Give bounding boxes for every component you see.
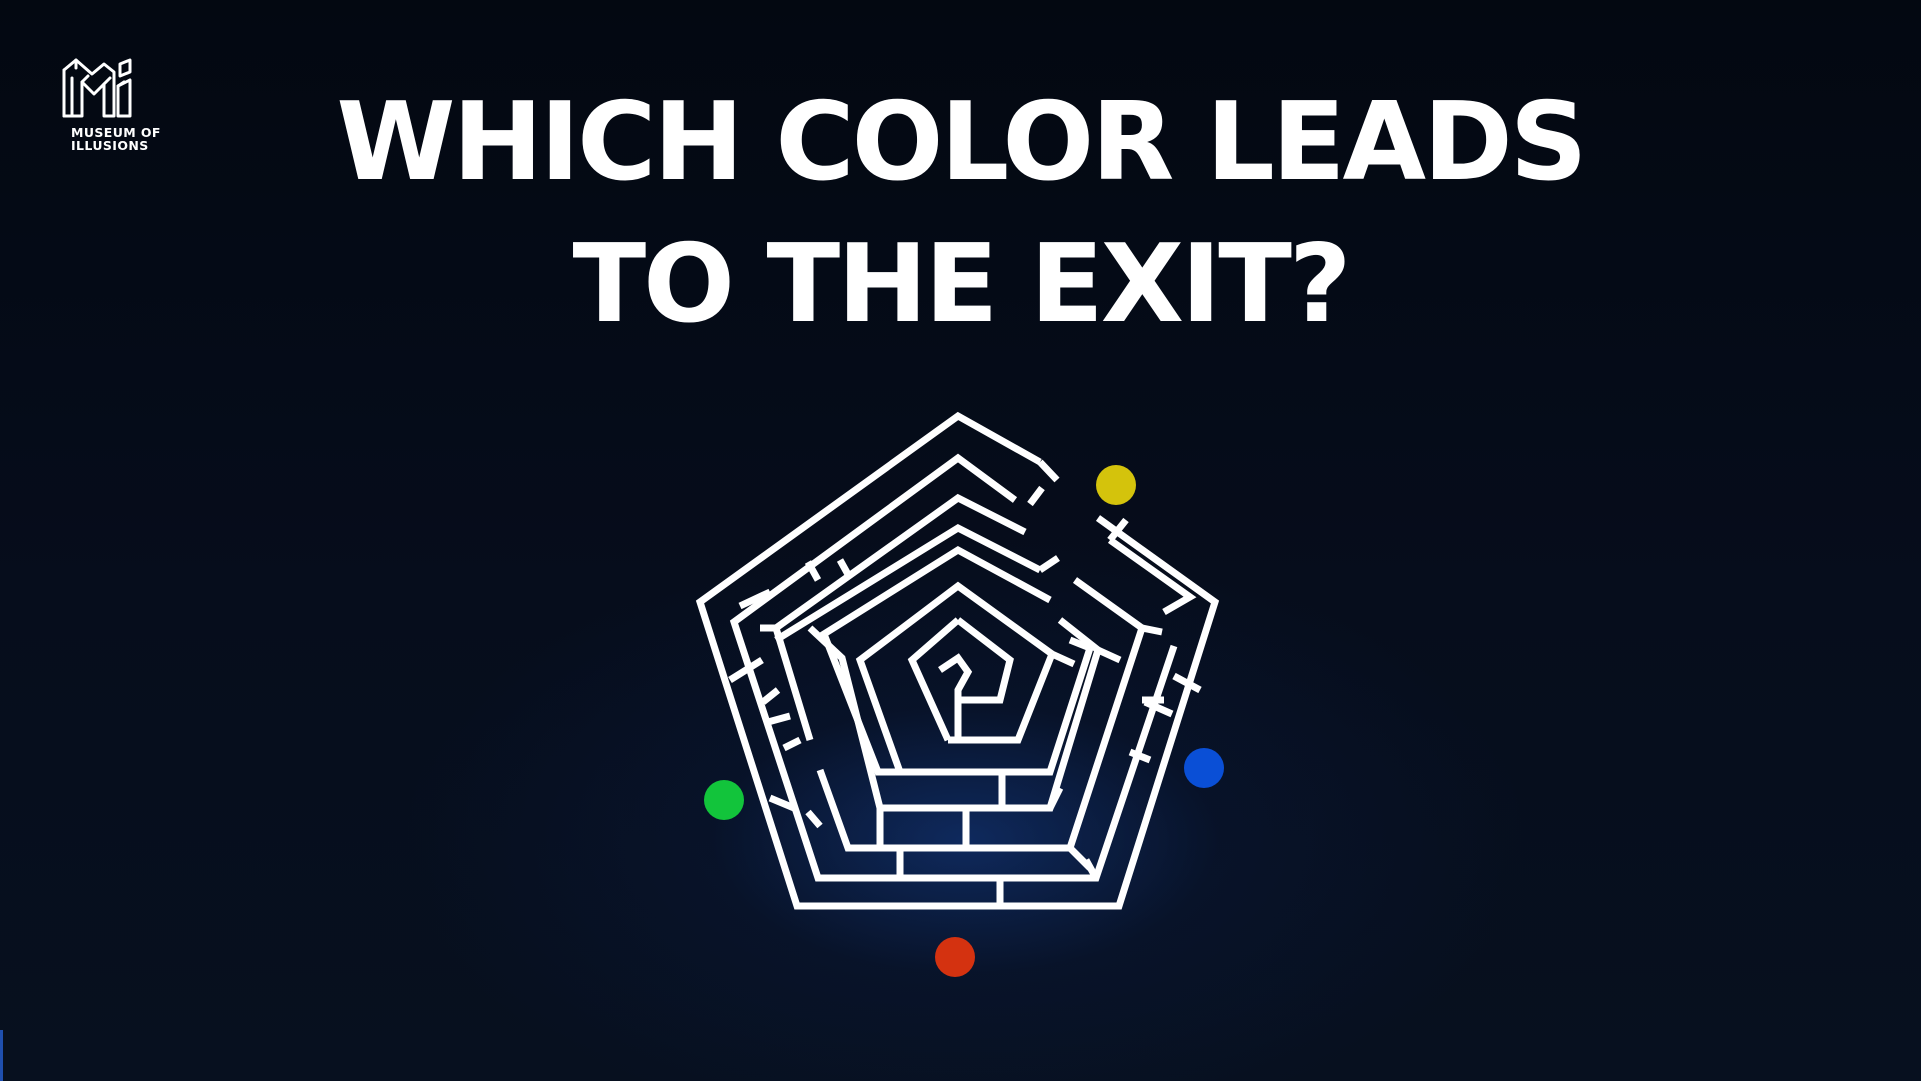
maze-wall-core [907,617,1014,742]
maze-walls [695,411,1220,910]
blue-start-dot[interactable] [1184,748,1224,788]
green-start-dot[interactable] [704,780,744,820]
red-start-dot[interactable] [935,937,975,977]
yellow-start-dot[interactable] [1096,465,1136,505]
maze-wall-ring6 [855,581,1056,774]
pentagon-maze [695,411,1224,977]
game-canvas: MUSEUM OF ILLUSIONS WHICH COLOR LEADS TO… [0,0,1921,1081]
